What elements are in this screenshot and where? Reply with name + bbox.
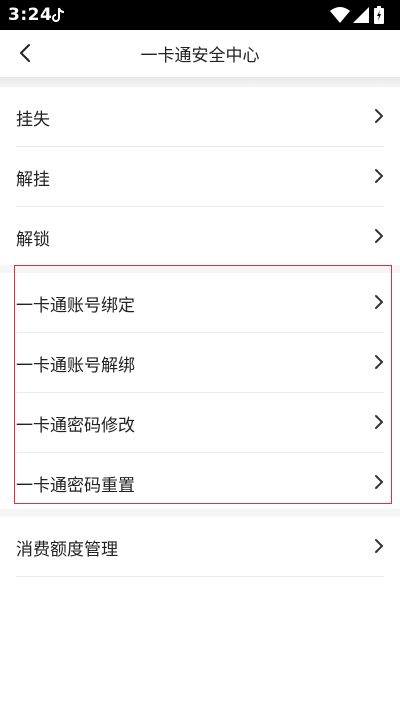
chevron-right-icon: [375, 415, 383, 429]
menu-item-unreport-loss[interactable]: 解挂: [16, 147, 384, 207]
status-bar: 3:24: [0, 0, 400, 30]
tiktok-icon: [52, 7, 65, 22]
status-time: 3:24: [8, 5, 53, 25]
signal-icon: [353, 7, 369, 23]
battery-icon: [374, 6, 384, 24]
menu-item-label: 消费额度管理: [16, 540, 118, 560]
menu-item-bind-account[interactable]: 一卡通账号绑定: [16, 273, 384, 333]
menu-item-label: 一卡通密码修改: [16, 416, 135, 436]
chevron-right-icon: [375, 109, 383, 123]
chevron-right-icon: [375, 295, 383, 309]
chevron-right-icon: [375, 355, 383, 369]
menu-group-account-actions: 一卡通账号绑定 一卡通账号解绑 一卡通密码修改 一卡通密码重置: [0, 273, 400, 512]
menu-item-reset-password[interactable]: 一卡通密码重置: [16, 453, 384, 512]
status-icons: [330, 6, 390, 24]
menu-item-change-password[interactable]: 一卡通密码修改: [16, 393, 384, 453]
chevron-right-icon: [375, 539, 383, 553]
menu-group-card-actions: 挂失 解挂 解锁: [0, 87, 400, 266]
menu-item-label: 解挂: [16, 170, 50, 190]
menu-item-unlock[interactable]: 解锁: [16, 207, 384, 266]
menu-item-label: 一卡通账号绑定: [16, 296, 135, 316]
nav-divider: [0, 77, 400, 87]
menu-item-label: 一卡通账号解绑: [16, 356, 135, 376]
menu-item-label: 解锁: [16, 230, 50, 250]
chevron-right-icon: [375, 169, 383, 183]
menu-group-limits: 消费额度管理: [0, 517, 400, 577]
menu-item-unbind-account[interactable]: 一卡通账号解绑: [16, 333, 384, 393]
page-title: 一卡通安全中心: [140, 46, 260, 66]
nav-bar: 一卡通安全中心: [0, 30, 400, 77]
chevron-right-icon: [375, 475, 383, 489]
menu-item-report-loss[interactable]: 挂失: [16, 87, 384, 147]
menu-item-spending-limit[interactable]: 消费额度管理: [16, 517, 384, 577]
chevron-right-icon: [375, 229, 383, 243]
section-separator: [0, 265, 400, 273]
wifi-icon: [330, 7, 350, 23]
menu-item-label: 一卡通密码重置: [16, 476, 135, 496]
menu-item-label: 挂失: [16, 110, 50, 130]
section-separator: [0, 509, 400, 517]
